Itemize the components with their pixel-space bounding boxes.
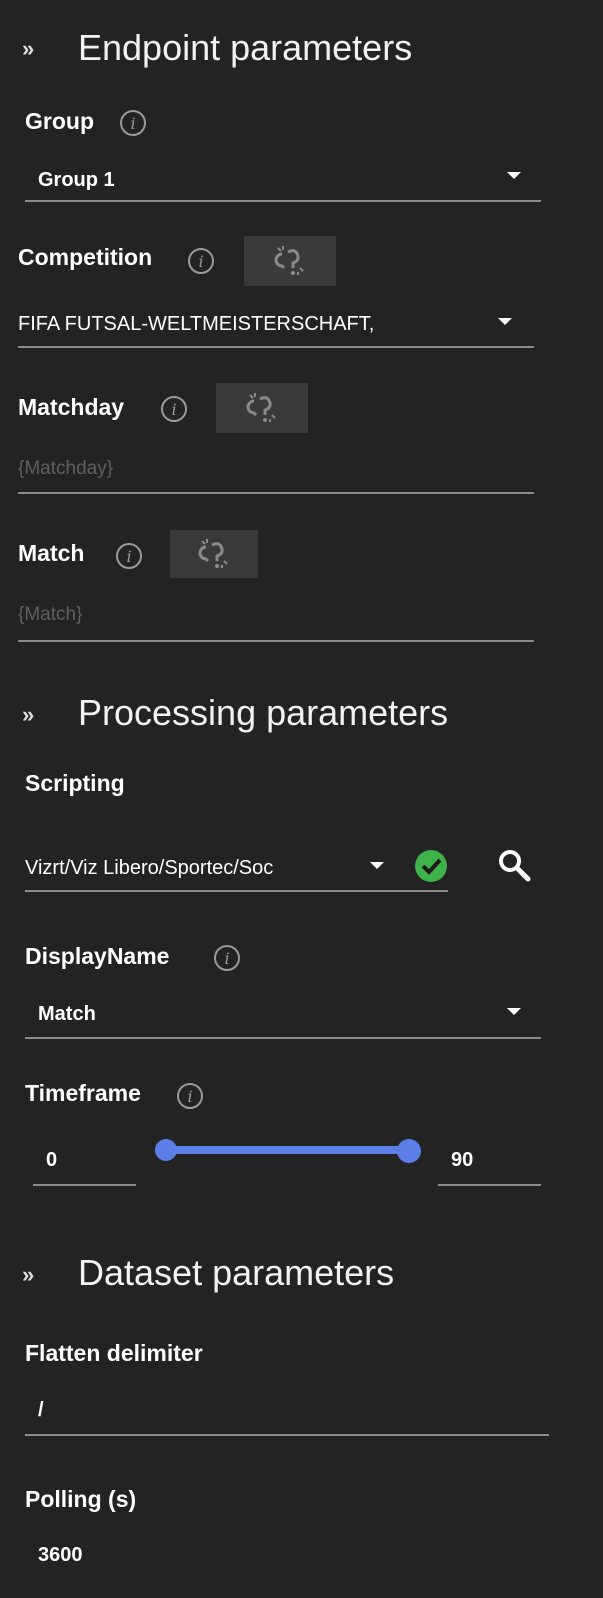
timeframe-label: Timeframe [25,1080,141,1106]
polling-input[interactable]: 3600 [38,1545,83,1565]
group-select-underline [25,200,541,202]
unlink-icon [274,246,304,275]
competition-select-value[interactable]: FIFA FUTSAL-WELTMEISTERSCHAFT, [18,314,374,334]
search-button[interactable] [496,847,532,883]
polling-label: Polling (s) [25,1486,137,1512]
processing-section-title: Processing parameters [78,692,449,733]
timeframe-max-input[interactable]: 90 [451,1150,473,1170]
dropdown-caret-icon[interactable] [507,172,521,179]
check-circle-icon [414,849,448,883]
timeframe-min-underline [33,1184,136,1186]
scripting-select-value[interactable]: Vizrt/Viz Libero/Sportec/Soc [25,858,273,878]
match-input[interactable]: {Match} [18,605,82,624]
group-select-value[interactable]: Group 1 [38,170,115,190]
chevron-down-double-icon: » [22,1262,35,1287]
matchday-input[interactable]: {Matchday} [18,459,113,478]
dropdown-caret-icon[interactable] [370,862,384,869]
match-input-underline [18,640,534,642]
unlink-button[interactable] [170,530,258,578]
dataset-section-title: Dataset parameters [78,1252,395,1293]
timeframe-min-input[interactable]: 0 [46,1150,57,1170]
flatten-delimiter-input[interactable]: / [38,1400,44,1420]
competition-select-underline [18,346,534,348]
endpoint-section-title: Endpoint parameters [78,27,413,68]
timeframe-slider-max-handle[interactable] [397,1139,421,1163]
info-icon[interactable]: i [120,110,146,136]
scripting-select-underline [25,890,448,892]
info-icon[interactable]: i [177,1083,203,1109]
chevron-down-double-icon: » [22,702,35,727]
flatten-delimiter-underline [25,1434,549,1436]
displayname-select-value[interactable]: Match [38,1004,96,1024]
unlink-icon [198,539,228,568]
info-icon[interactable]: i [161,396,187,422]
displayname-label: DisplayName [25,943,170,969]
info-icon[interactable]: i [116,543,142,569]
dropdown-caret-icon[interactable] [498,318,512,325]
scripting-label: Scripting [25,770,125,796]
unlink-icon [246,393,276,422]
timeframe-slider-min-handle[interactable] [155,1139,177,1161]
displayname-select-underline [25,1037,541,1039]
parameters-panel: » Endpoint parameters Group i Group 1 Co… [0,0,603,1598]
matchday-input-underline [18,492,534,494]
unlink-button[interactable] [216,383,308,433]
flatten-delimiter-label: Flatten delimiter [25,1340,203,1366]
info-icon[interactable]: i [188,248,214,274]
timeframe-slider-track[interactable] [160,1146,408,1154]
competition-label: Competition [18,244,153,270]
chevron-down-double-icon: » [22,36,35,61]
search-icon [499,850,531,882]
timeframe-max-underline [438,1184,541,1186]
info-icon[interactable]: i [214,945,240,971]
match-label: Match [18,540,85,566]
dropdown-caret-icon[interactable] [507,1008,521,1015]
unlink-button[interactable] [244,236,336,286]
group-label: Group [25,108,94,134]
matchday-label: Matchday [18,394,125,420]
